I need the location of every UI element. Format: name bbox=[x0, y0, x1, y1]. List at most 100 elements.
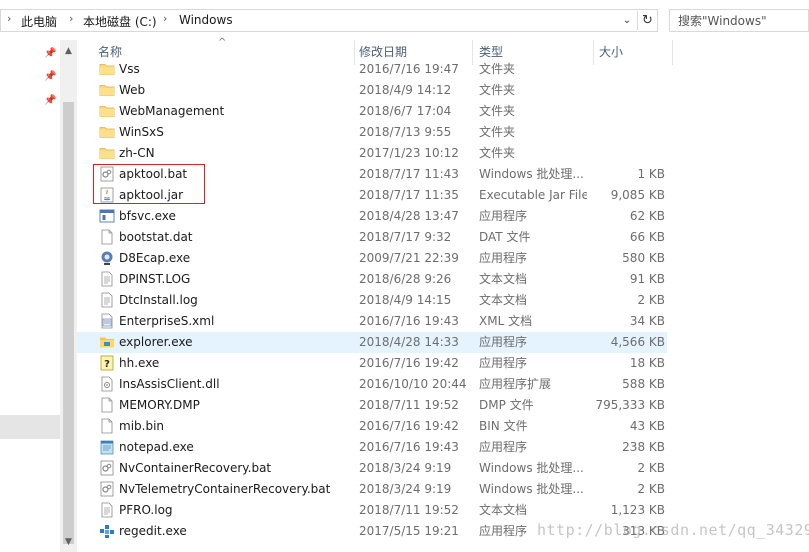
file-modified-date: 2018/4/28 14:33 bbox=[359, 335, 459, 349]
file-row[interactable]: notepad.exe 2016/7/16 19:43 应用程序 238 KB bbox=[77, 437, 667, 458]
webcam-icon bbox=[99, 250, 115, 266]
regedit-icon bbox=[99, 523, 115, 539]
file-row[interactable]: PFRO.log 2018/7/11 19:52 文本文档 1,123 KB bbox=[77, 500, 667, 521]
explorer-folder-icon bbox=[99, 334, 115, 350]
file-size: 580 KB bbox=[622, 251, 665, 265]
file-size bbox=[587, 101, 665, 122]
file-row[interactable]: WebManagement 2018/6/7 17:04 文件夹 bbox=[77, 101, 667, 122]
file-row[interactable]: zh-CN 2017/1/23 10:12 文件夹 bbox=[77, 143, 667, 164]
breadcrumb-chevron-icon[interactable]: › bbox=[7, 12, 11, 25]
file-type: 文件夹 bbox=[479, 104, 516, 118]
file-modified-date: 2016/10/10 20:44 bbox=[359, 377, 467, 391]
search-input[interactable] bbox=[670, 10, 808, 31]
file-modified-date: 2018/7/17 11:43 bbox=[359, 167, 459, 181]
navigation-pane: 📌 📌 📌 bbox=[0, 40, 60, 552]
file-name: PFRO.log bbox=[119, 503, 173, 517]
file-row[interactable]: DtcInstall.log 2018/4/9 14:15 文本文档 2 KB bbox=[77, 290, 667, 311]
file-row[interactable]: WinSxS 2018/7/13 9:55 文件夹 bbox=[77, 122, 667, 143]
file-name: bfsvc.exe bbox=[119, 209, 176, 223]
file-icon bbox=[99, 418, 115, 434]
file-type: 文件夹 bbox=[479, 62, 516, 76]
scroll-up-arrow-icon[interactable]: ▲ bbox=[60, 42, 77, 59]
file-size bbox=[587, 62, 665, 80]
pin-icon[interactable]: 📌 bbox=[44, 95, 56, 107]
file-type: XML 文档 bbox=[479, 314, 533, 328]
file-size: 238 KB bbox=[622, 440, 665, 454]
file-modified-date: 2018/7/11 19:52 bbox=[359, 398, 459, 412]
file-name: mib.bin bbox=[119, 419, 165, 433]
file-size bbox=[587, 122, 665, 143]
file-modified-date: 2016/7/16 19:43 bbox=[359, 440, 459, 454]
file-size: 1,123 KB bbox=[610, 503, 665, 517]
file-size: 2 KB bbox=[637, 461, 665, 475]
file-size: 795,333 KB bbox=[595, 398, 665, 412]
file-row[interactable]: bfsvc.exe 2018/4/28 13:47 应用程序 62 KB bbox=[77, 206, 667, 227]
navigation-scrollbar[interactable]: ▲ ▼ bbox=[60, 40, 77, 552]
file-row[interactable]: InsAssisClient.dll 2016/10/10 20:44 应用程序扩展… bbox=[77, 374, 667, 395]
file-type: 应用程序 bbox=[479, 440, 528, 454]
file-type: BIN 文件 bbox=[479, 419, 528, 433]
file-size: 66 KB bbox=[629, 230, 665, 244]
file-name: MEMORY.DMP bbox=[119, 398, 200, 412]
watermark: http://blog.csdn.net/qq_34329508 bbox=[537, 521, 809, 539]
file-size: 1 KB bbox=[637, 167, 665, 181]
file-row[interactable]: MEMORY.DMP 2018/7/11 19:52 DMP 文件 795,333 K… bbox=[77, 395, 667, 416]
file-row[interactable]: EnterpriseS.xml 2016/7/16 19:43 XML 文档 34 K… bbox=[77, 311, 667, 332]
breadcrumb-this-pc[interactable]: 此电脑 bbox=[21, 13, 57, 30]
refresh-icon[interactable]: ↻ bbox=[637, 11, 657, 30]
file-type: 应用程序 bbox=[479, 209, 528, 223]
file-row[interactable]: DPINST.LOG 2018/6/28 9:26 文本文档 91 KB bbox=[77, 269, 667, 290]
file-type: DAT 文件 bbox=[479, 230, 531, 244]
file-type: 文件夹 bbox=[479, 146, 516, 160]
file-modified-date: 2016/7/16 19:42 bbox=[359, 356, 459, 370]
search-box[interactable] bbox=[669, 9, 809, 32]
address-toolbar: › 此电脑 › 本地磁盘 (C:) › Windows ⌄ ↻ bbox=[0, 0, 809, 40]
breadcrumb-local-disk[interactable]: 本地磁盘 (C:) bbox=[83, 13, 157, 30]
pin-icon[interactable]: 📌 bbox=[44, 71, 56, 83]
file-name: explorer.exe bbox=[119, 335, 193, 349]
file-row[interactable]: ? hh.exe 2016/7/16 19:42 应用程序 18 KB bbox=[77, 353, 667, 374]
file-type: 文件夹 bbox=[479, 83, 516, 97]
file-type: 应用程序 bbox=[479, 251, 528, 265]
file-row[interactable]: Vss 2016/7/16 19:47 文件夹 bbox=[77, 62, 667, 80]
file-type: 应用程序扩展 bbox=[479, 377, 552, 391]
file-size: 43 KB bbox=[629, 419, 665, 433]
file-row[interactable]: NvContainerRecovery.bat 2018/3/24 9:19 Win… bbox=[77, 458, 667, 479]
breadcrumb-windows[interactable]: Windows bbox=[179, 13, 233, 27]
batch-file-icon bbox=[99, 460, 115, 476]
file-type: Windows 批处理... bbox=[479, 167, 584, 181]
file-modified-date: 2018/4/9 14:12 bbox=[359, 83, 452, 97]
file-row[interactable]: mib.bin 2016/7/16 19:42 BIN 文件 43 KB bbox=[77, 416, 667, 437]
file-name: EnterpriseS.xml bbox=[119, 314, 215, 328]
folder-icon bbox=[99, 103, 115, 119]
file-modified-date: 2018/4/9 14:15 bbox=[359, 293, 452, 307]
file-name: Vss bbox=[119, 62, 140, 76]
file-row[interactable]: Web 2018/4/9 14:12 文件夹 bbox=[77, 80, 667, 101]
file-type: 文件夹 bbox=[479, 125, 516, 139]
scroll-down-arrow-icon[interactable]: ▼ bbox=[60, 533, 77, 550]
folder-icon bbox=[99, 62, 115, 77]
address-bar[interactable]: › 此电脑 › 本地磁盘 (C:) › Windows ⌄ ↻ bbox=[0, 9, 658, 32]
folder-icon bbox=[99, 124, 115, 140]
file-modified-date: 2018/3/24 9:19 bbox=[359, 482, 452, 496]
svg-text:?: ? bbox=[104, 359, 110, 370]
text-file-icon bbox=[99, 271, 115, 287]
file-modified-date: 2018/7/13 9:55 bbox=[359, 125, 452, 139]
file-size: 91 KB bbox=[629, 272, 665, 286]
file-row[interactable]: NvTelemetryContainerRecovery.bat 2018/3/2… bbox=[77, 479, 667, 500]
address-history-dropdown-icon[interactable]: ⌄ bbox=[618, 11, 636, 30]
file-row[interactable]: bootstat.dat 2018/7/17 9:32 DAT 文件 66 KB bbox=[77, 227, 667, 248]
file-row[interactable]: explorer.exe 2018/4/28 14:33 应用程序 4,566 KB bbox=[77, 332, 667, 353]
file-modified-date: 2018/4/28 13:47 bbox=[359, 209, 459, 223]
file-list: Vss 2016/7/16 19:47 文件夹 Web 2018/4/9 14:12 文件… bbox=[77, 62, 809, 552]
file-name: hh.exe bbox=[119, 356, 160, 370]
nav-selected-item[interactable] bbox=[0, 415, 60, 439]
scrollbar-thumb[interactable] bbox=[63, 102, 74, 544]
notepad-icon bbox=[99, 439, 115, 455]
file-size bbox=[587, 143, 665, 164]
file-type: 文本文档 bbox=[479, 293, 528, 307]
breadcrumb-chevron-icon[interactable]: › bbox=[163, 12, 167, 25]
file-row[interactable]: D8Ecap.exe 2009/7/21 22:39 应用程序 580 KB bbox=[77, 248, 667, 269]
breadcrumb-chevron-icon[interactable]: › bbox=[69, 12, 73, 25]
pin-icon[interactable]: 📌 bbox=[44, 48, 56, 60]
